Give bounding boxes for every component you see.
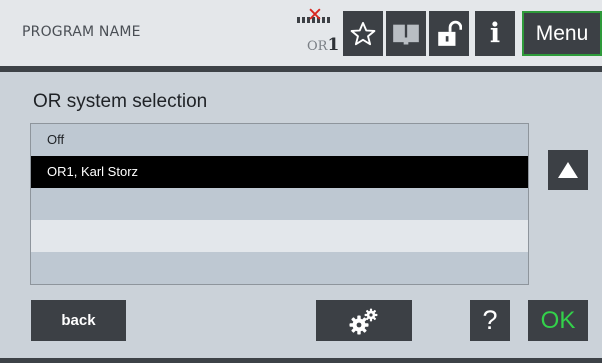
menu-button[interactable]: Menu — [522, 11, 602, 56]
list-item-off[interactable]: Off — [31, 124, 528, 156]
gears-icon — [349, 308, 378, 334]
bottom-bar — [0, 358, 602, 363]
unlock-icon — [438, 20, 462, 46]
info-icon: i — [489, 18, 501, 49]
book-icon — [393, 24, 419, 44]
info-button[interactable]: i — [475, 11, 515, 56]
list-item-empty[interactable] — [31, 252, 528, 284]
star-icon — [350, 21, 376, 45]
lock-button[interactable] — [429, 11, 469, 56]
list-item-empty[interactable] — [31, 188, 528, 220]
manual-button[interactable] — [386, 11, 426, 56]
header-divider — [0, 66, 602, 72]
ok-button-label: OK — [540, 306, 576, 334]
disconnected-x-icon: ✕ — [307, 4, 323, 26]
or-connection-indicator: ✕ OR1 — [297, 6, 341, 59]
help-button-label: ? — [482, 305, 498, 335]
page-title: OR system selection — [33, 91, 208, 112]
back-button-label: back — [61, 312, 96, 329]
triangle-up-icon — [558, 162, 578, 178]
menu-button-label: Menu — [535, 21, 589, 45]
screen: PROGRAM NAME ✕ OR1 i Menu OR system sele… — [0, 0, 602, 363]
or-indicator-label: OR1 — [307, 35, 340, 55]
back-button[interactable]: back — [31, 300, 126, 341]
help-button[interactable]: ? — [470, 300, 510, 341]
or-system-list: Off OR1, Karl Storz — [30, 123, 529, 285]
scroll-up-button[interactable] — [548, 150, 588, 190]
list-item-empty[interactable] — [31, 220, 528, 252]
list-item-selected[interactable]: OR1, Karl Storz — [31, 156, 528, 188]
ok-button[interactable]: OK — [528, 300, 588, 341]
header-bar: PROGRAM NAME ✕ OR1 i Menu — [0, 0, 602, 66]
program-name: PROGRAM NAME — [22, 24, 141, 40]
settings-button[interactable] — [316, 300, 412, 341]
favorite-button[interactable] — [343, 11, 383, 56]
